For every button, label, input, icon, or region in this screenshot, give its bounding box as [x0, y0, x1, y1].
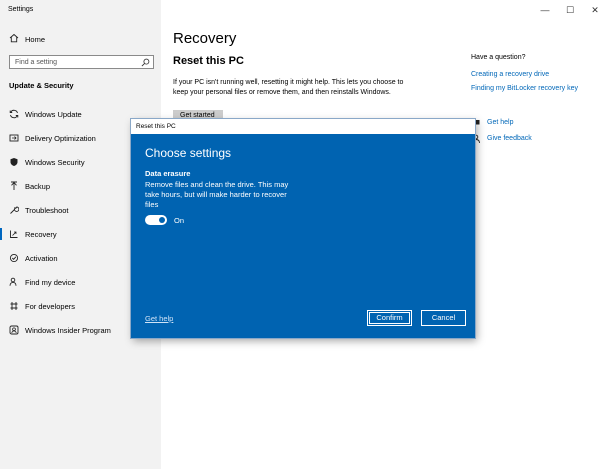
- toggle-knob: [159, 217, 165, 223]
- sidebar-item-label: Recovery: [25, 230, 57, 239]
- recovery-drive-link[interactable]: Creating a recovery drive: [471, 71, 549, 78]
- sync-icon: [9, 109, 19, 119]
- sidebar-item-label: Troubleshoot: [25, 206, 69, 215]
- sidebar-item-label: Delivery Optimization: [25, 134, 96, 143]
- dialog-titlebar: Reset this PC: [131, 119, 475, 134]
- dialog-heading: Choose settings: [145, 146, 232, 160]
- home-label: Home: [25, 35, 46, 44]
- section-heading: Update & Security: [9, 81, 74, 90]
- home-icon: [9, 33, 19, 43]
- data-erasure-description: Remove files and clean the drive. This m…: [145, 180, 289, 209]
- data-erasure-label: Data erasure: [145, 169, 191, 178]
- insider-icon: [9, 325, 19, 335]
- sidebar-item-label: Windows Security: [25, 158, 85, 167]
- shield-icon: [10, 158, 18, 166]
- window-title: Settings: [8, 6, 34, 13]
- reset-dialog: Reset this PC Choose settings Data erasu…: [131, 119, 475, 338]
- confirm-button[interactable]: Confirm: [367, 310, 412, 326]
- sidebar-item-label: For developers: [25, 302, 76, 311]
- search-placeholder: Find a setting: [15, 59, 58, 66]
- give-feedback-link[interactable]: Give feedback: [471, 134, 591, 146]
- activation-icon: [9, 253, 19, 263]
- toggle-state-label: On: [174, 216, 185, 225]
- home-link[interactable]: Home: [9, 33, 159, 47]
- wrench-icon: [10, 206, 19, 214]
- dialog-title: Reset this PC: [136, 123, 176, 130]
- person-location-icon: [9, 277, 17, 286]
- sidebar-item-label: Find my device: [25, 278, 76, 287]
- delivery-optimization-icon: [9, 134, 19, 142]
- sidebar-item-label: Windows Insider Program: [25, 326, 111, 335]
- sidebar-item-label: Windows Update: [25, 110, 82, 119]
- developer-icon: [10, 302, 18, 310]
- close-button[interactable]: ✕: [588, 4, 602, 16]
- sidebar-item-label: Backup: [25, 182, 51, 191]
- section-title: Reset this PC: [173, 55, 244, 67]
- cancel-button[interactable]: Cancel: [421, 310, 466, 326]
- data-erasure-toggle[interactable]: [145, 215, 167, 225]
- minimize-button[interactable]: —: [538, 4, 552, 16]
- get-help-link[interactable]: Get help: [471, 118, 591, 130]
- dialog-get-help-link[interactable]: Get help: [145, 314, 173, 323]
- backup-icon: [11, 181, 17, 190]
- recovery-icon: [10, 230, 18, 238]
- sidebar-item-label: Activation: [25, 254, 58, 263]
- give-feedback-label: Give feedback: [487, 135, 532, 142]
- search-input[interactable]: Find a setting: [9, 55, 154, 69]
- bitlocker-key-link[interactable]: Finding my BitLocker recovery key: [471, 85, 578, 92]
- get-help-label: Get help: [487, 119, 514, 126]
- question-heading: Have a question?: [471, 54, 526, 61]
- maximize-button[interactable]: ☐: [563, 4, 577, 16]
- search-icon[interactable]: [141, 58, 150, 67]
- reset-description: If your PC isn't running well, resetting…: [173, 79, 404, 96]
- page-title: Recovery: [173, 30, 237, 47]
